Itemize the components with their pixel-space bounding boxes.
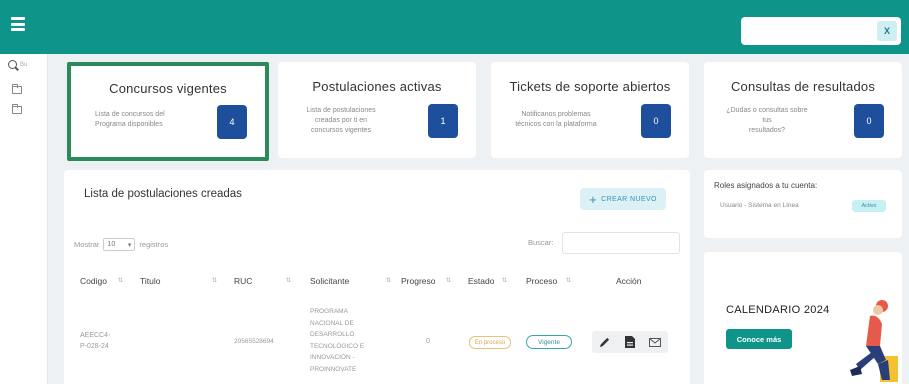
column-header-titulo[interactable]: Titulo [140, 276, 160, 286]
learn-more-button[interactable]: Conoce más [726, 329, 792, 349]
count-badge: 0 [641, 104, 671, 138]
column-header-estado[interactable]: Estado [468, 276, 494, 286]
plus-icon: + [589, 191, 598, 207]
card-description: Notificanos problemas técnicos con la pla… [515, 111, 597, 128]
process-badge: Vigente [526, 335, 572, 349]
entries-select[interactable]: 10 ▾ [103, 238, 136, 251]
cell-ruc: 20565528694 [234, 338, 274, 345]
column-header-proceso[interactable]: Proceso [526, 276, 557, 286]
roles-title: Roles asignados a tu cuenta: [714, 181, 818, 190]
roles-card: Roles asignados a tu cuenta: Usuario - S… [704, 170, 902, 238]
sidebar-search[interactable]: Bu [8, 60, 27, 69]
count-badge: 4 [217, 105, 247, 139]
top-search-input[interactable]: X [741, 17, 901, 45]
count-badge: 1 [428, 104, 458, 138]
card-description: Lista de postulaciones creadas por ti en c… [306, 107, 376, 134]
card-postulaciones-activas[interactable]: Postulaciones activas Lista de postulaci… [278, 62, 476, 158]
column-header-ruc[interactable]: RUC [234, 276, 252, 286]
sort-icon[interactable]: ⇅ [386, 277, 391, 284]
folder-icon[interactable] [12, 104, 22, 114]
row-actions [592, 331, 668, 353]
card-tickets-soporte[interactable]: Tickets de soporte abiertos Notificanos … [491, 62, 689, 158]
sort-icon[interactable]: ⇅ [286, 277, 291, 284]
cell-progreso: 0 [426, 338, 430, 345]
pdf-icon[interactable] [623, 335, 637, 349]
column-header-codigo[interactable]: Codigo [80, 276, 107, 286]
calendar-title: CALENDARIO 2024 [726, 304, 830, 316]
card-consultas-resultados[interactable]: Consultas de resultados ¿Dudas o consult… [704, 62, 902, 158]
mail-icon[interactable] [648, 335, 662, 349]
list-title: Lista de postulaciones creadas [84, 188, 242, 200]
card-title: Postulaciones activas [312, 79, 442, 94]
status-badge: En proceso [469, 336, 511, 349]
postulaciones-list-card: Lista de postulaciones creadas + CREAR N… [64, 170, 690, 384]
card-title: Tickets de soporte abiertos [509, 79, 671, 94]
card-title: Consultas de resultados [730, 79, 876, 94]
hamburger-icon[interactable] [11, 17, 25, 31]
chevron-down-icon: ▾ [127, 241, 132, 249]
cell-codigo: AEECC4- P-028-24 [80, 332, 111, 350]
calendar-card: CALENDARIO 2024 Conoce más [704, 252, 902, 384]
edit-icon[interactable] [598, 335, 612, 349]
sort-icon[interactable]: ⇅ [212, 277, 217, 284]
role-status-badge: Activo [852, 200, 886, 212]
create-new-button[interactable]: + CREAR NUEVO [580, 188, 666, 210]
top-bar: X [0, 0, 909, 54]
person-illustration [850, 300, 898, 382]
sort-icon[interactable]: ⇅ [566, 277, 571, 284]
sort-icon[interactable]: ⇅ [118, 277, 123, 284]
column-header-progreso[interactable]: Progreso [401, 276, 436, 286]
card-concursos-vigentes[interactable]: Concursos vigentes Lista de concursos de… [67, 62, 269, 161]
entries-selector: Mostrar 10 ▾ registros [74, 238, 169, 251]
card-description: Lista de concursos del Programa disponibl… [95, 111, 165, 128]
top-search-button[interactable]: X [877, 21, 897, 41]
card-title: Concursos vigentes [109, 81, 227, 96]
table-search-input[interactable] [562, 232, 680, 254]
search-label: Buscar: [528, 238, 554, 247]
card-description: ¿Dudas o consultas sobre tus resultados? [726, 107, 808, 134]
roles-user: Usuario - Sistema en Línea [720, 202, 799, 209]
count-badge: 0 [854, 104, 884, 138]
column-header-solicitante[interactable]: Solicitante [310, 276, 349, 286]
cell-solicitante: PROGRAMA NACIONAL DE DESARROLLO TECNOLÓG… [310, 308, 365, 373]
sort-icon[interactable]: ⇅ [446, 277, 451, 284]
folder-icon[interactable] [12, 84, 22, 94]
sidebar-search-placeholder: Bu [20, 61, 28, 68]
column-header-accion: Acción [616, 276, 642, 286]
left-sidebar: Bu [0, 54, 48, 384]
search-icon [8, 60, 17, 69]
sort-icon[interactable]: ⇅ [502, 277, 507, 284]
